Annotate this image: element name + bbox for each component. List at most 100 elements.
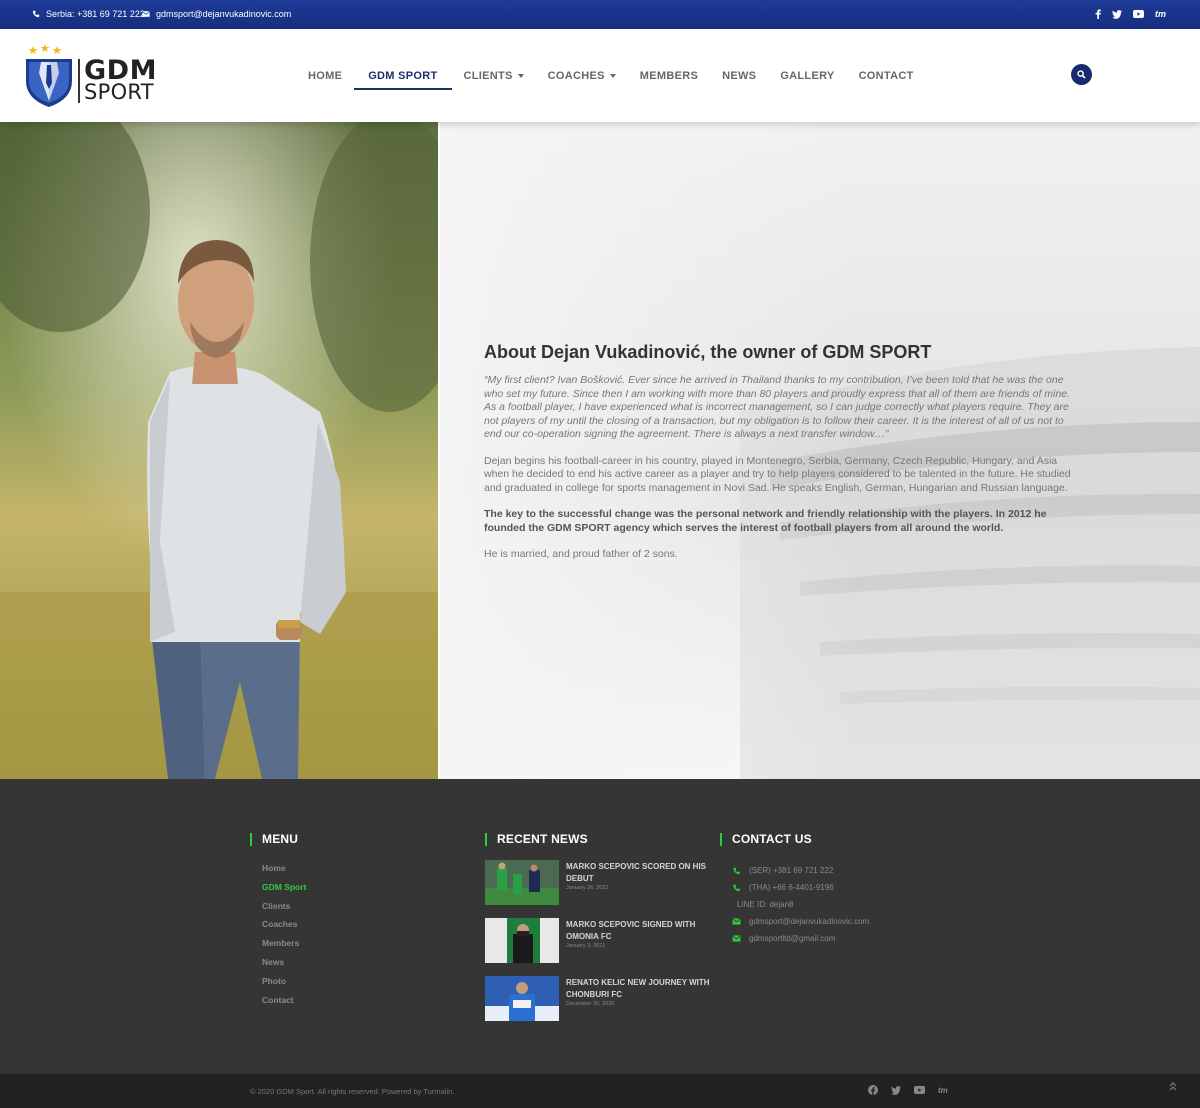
footer-link-home[interactable]: Home: [262, 863, 450, 882]
footer-link-clients[interactable]: Clients: [262, 901, 450, 920]
footer-menu-title: MENU: [250, 833, 450, 846]
site-logo[interactable]: GDM SPORT: [24, 43, 164, 107]
copyright-text: © 2020 GDM Sport. All rights reserved. P…: [250, 1087, 455, 1096]
chevron-down-icon: [609, 73, 616, 78]
about-paragraph-agency: The key to the successful change was the…: [484, 508, 1047, 534]
footer-news-title: RECENT NEWS: [485, 833, 715, 846]
logo-divider: [78, 59, 80, 103]
topbar-email-text: gdmsport@dejanvukadinovic.com: [156, 9, 292, 19]
footer-menu-list: Home GDM Sport Clients Coaches Members N…: [250, 863, 450, 1013]
nav-coaches-label: COACHES: [547, 69, 605, 82]
news-title[interactable]: RENATO KELIC NEW JOURNEY WITH CHONBURI F…: [566, 977, 716, 1000]
contact-phone-serbia[interactable]: (SER) +381 69 721 222: [732, 862, 950, 879]
nav-clients-label: CLIENTS: [463, 69, 513, 82]
main-nav: HOME GDM SPORT CLIENTS COACHES MEMBERS N…: [296, 29, 926, 122]
double-chevron-up-icon: [1169, 1082, 1177, 1091]
topbar-phone[interactable]: Serbia: +381 69 721 222: [32, 9, 145, 19]
news-title[interactable]: MARKO SCEPOVIC SIGNED WITH OMONIA FC: [566, 919, 716, 942]
footer-link-members[interactable]: Members: [262, 938, 450, 957]
contact-list: (SER) +381 69 721 222 (THA) +66 6-4401-9…: [720, 862, 950, 947]
nav-news[interactable]: NEWS: [710, 29, 768, 122]
site-header: GDM SPORT HOME GDM SPORT CLIENTS COACHES…: [0, 29, 1200, 122]
news-image: [485, 918, 559, 963]
news-list: MARKO SCEPOVIC SCORED ON HIS DEBUT Janua…: [485, 860, 715, 1034]
news-date: January 3, 2021: [566, 943, 606, 949]
mail-icon: [732, 935, 741, 942]
nav-home-label: HOME: [308, 69, 343, 82]
news-thumbnail[interactable]: [485, 860, 559, 905]
footer-menu: MENU Home GDM Sport Clients Coaches Memb…: [250, 833, 450, 1013]
scroll-to-top-button[interactable]: [1168, 1080, 1182, 1094]
contact-text: gdmsportltd@gmail.com: [749, 934, 836, 943]
nav-gdm-sport-label: GDM SPORT: [368, 69, 438, 82]
top-bar: Serbia: +381 69 721 222 gdmsport@dejanvu…: [0, 0, 1200, 29]
twitter-icon[interactable]: [1112, 9, 1122, 19]
phone-icon: [733, 884, 740, 891]
contact-email-secondary[interactable]: gdmsportltd@gmail.com: [732, 930, 950, 947]
footer-link-gdm-sport[interactable]: GDM Sport: [262, 882, 450, 901]
mail-icon: [142, 11, 150, 17]
logo-shield-icon: [26, 44, 72, 107]
phone-icon: [32, 10, 40, 18]
chevron-down-icon: [517, 73, 524, 78]
news-item[interactable]: MARKO SCEPOVIC SCORED ON HIS DEBUT Janua…: [485, 860, 715, 918]
tm-icon[interactable]: tm: [938, 1086, 948, 1095]
footer-link-coaches[interactable]: Coaches: [262, 919, 450, 938]
site-footer: MENU Home GDM Sport Clients Coaches Memb…: [0, 779, 1200, 1074]
youtube-icon[interactable]: [1133, 10, 1144, 18]
news-image: [485, 860, 559, 905]
news-image: [485, 976, 559, 1021]
contact-text: (SER) +381 69 721 222: [749, 866, 834, 875]
footer-contact-title: CONTACT US: [720, 833, 950, 846]
nav-gallery-label: GALLERY: [780, 69, 835, 82]
search-icon: [1077, 70, 1086, 79]
search-button[interactable]: [1071, 64, 1092, 85]
nav-home[interactable]: HOME: [296, 29, 354, 122]
contact-email-primary[interactable]: gdmsport@dejanvukadinovic.com: [732, 913, 950, 930]
facebook-icon[interactable]: [868, 1085, 878, 1095]
mail-icon: [732, 918, 741, 925]
about-section: About Dejan Vukadinović, the owner of GD…: [484, 342, 1084, 575]
footer-recent-news: RECENT NEWS MARKO SCEPOVIC SCORED ON HIS…: [485, 833, 715, 1034]
contact-line-id: LINE ID: dejan8: [732, 896, 950, 913]
about-quote: “My first client? Ivan Bošković. Ever si…: [484, 374, 1070, 440]
news-date: January 26, 2021: [566, 885, 609, 891]
youtube-icon[interactable]: [914, 1086, 925, 1094]
topbar-phone-text: Serbia: +381 69 721 222: [46, 9, 145, 19]
news-title[interactable]: MARKO SCEPOVIC SCORED ON HIS DEBUT: [566, 861, 716, 884]
contact-text: (THA) +66 6-4401-9196: [749, 883, 834, 892]
about-title: About Dejan Vukadinović, the owner of GD…: [484, 342, 932, 362]
footer-socials: tm: [868, 1085, 948, 1095]
contact-text: gdmsport@dejanvukadinovic.com: [749, 917, 870, 926]
about-paragraph-career: Dejan begins his football-career in his …: [484, 454, 1071, 494]
footer-link-news[interactable]: News: [262, 957, 450, 976]
topbar-email[interactable]: gdmsport@dejanvukadinovic.com: [142, 9, 291, 19]
facebook-icon[interactable]: [1095, 9, 1101, 19]
nav-clients[interactable]: CLIENTS: [452, 29, 536, 122]
news-item[interactable]: RENATO KELIC NEW JOURNEY WITH CHONBURI F…: [485, 976, 715, 1034]
nav-contact[interactable]: CONTACT: [847, 29, 926, 122]
footer-bottom-bar: © 2020 GDM Sport. All rights reserved. P…: [0, 1074, 1200, 1108]
footer-contact: CONTACT US (SER) +381 69 721 222 (THA) +…: [720, 833, 950, 947]
owner-portrait-image: [0, 122, 438, 779]
contact-text: LINE ID: dejan8: [737, 900, 794, 909]
footer-link-photo[interactable]: Photo: [262, 976, 450, 995]
nav-members[interactable]: MEMBERS: [628, 29, 710, 122]
footer-link-contact[interactable]: Contact: [262, 995, 450, 1014]
twitter-icon[interactable]: [891, 1085, 901, 1095]
topbar-socials: tm: [1095, 8, 1166, 20]
phone-icon: [733, 867, 740, 874]
nav-contact-label: CONTACT: [858, 69, 914, 82]
nav-news-label: NEWS: [722, 69, 757, 82]
logo-text-sport: SPORT: [84, 80, 154, 104]
nav-gdm-sport[interactable]: GDM SPORT: [354, 29, 452, 122]
owner-photo: [0, 122, 438, 779]
news-thumbnail[interactable]: [485, 976, 559, 1021]
news-item[interactable]: MARKO SCEPOVIC SIGNED WITH OMONIA FC Jan…: [485, 918, 715, 976]
tm-icon[interactable]: tm: [1155, 8, 1166, 20]
about-hero: About Dejan Vukadinović, the owner of GD…: [0, 122, 1200, 779]
contact-phone-thailand[interactable]: (THA) +66 6-4401-9196: [732, 879, 950, 896]
news-thumbnail[interactable]: [485, 918, 559, 963]
nav-gallery[interactable]: GALLERY: [768, 29, 846, 122]
nav-coaches[interactable]: COACHES: [536, 29, 628, 122]
